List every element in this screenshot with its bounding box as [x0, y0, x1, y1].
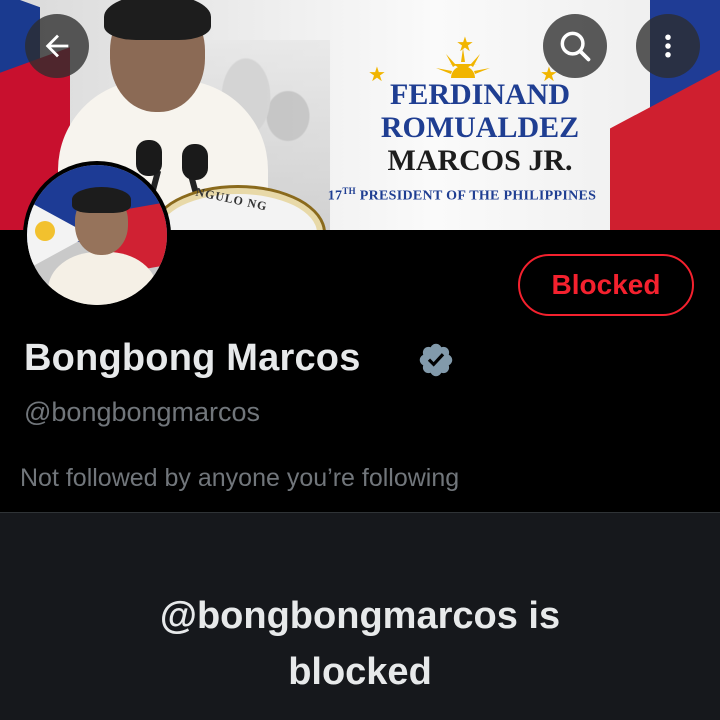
- headline-line-1: FERDINAND: [390, 78, 570, 111]
- blocked-button[interactable]: Blocked: [518, 254, 694, 316]
- more-vertical-icon: [665, 34, 671, 58]
- profile-handle: @bongbongmarcos: [24, 397, 261, 427]
- subhead-number: 17: [327, 188, 343, 204]
- search-icon: [560, 31, 591, 62]
- more-options-button[interactable]: [636, 14, 700, 78]
- avatar-image: [27, 165, 167, 305]
- followed-by-info: Not followed by anyone you’re following: [20, 464, 460, 492]
- search-button[interactable]: [543, 14, 607, 78]
- verified-badge-icon[interactable]: [417, 341, 455, 379]
- subhead-suffix: TH: [342, 186, 356, 196]
- banner-headline: FERDINAND ROMUALDEZ MARCOS JR.: [330, 78, 630, 177]
- profile-avatar[interactable]: [23, 161, 171, 309]
- subhead-text: PRESIDENT OF THE PHILIPPINES: [355, 188, 597, 204]
- back-button[interactable]: [25, 14, 89, 78]
- blocked-notice-line-2: blocked: [288, 651, 432, 693]
- arrow-left-icon: [45, 34, 69, 58]
- star-icon: ★: [456, 34, 474, 56]
- banner-subheadline: 17TH PRESIDENT OF THE PHILIPPINES: [292, 186, 632, 205]
- headline-line-2: ROMUALDEZ: [380, 111, 580, 144]
- profile-display-name: Bongbong Marcos: [24, 337, 361, 379]
- blocked-notice-text: @bongbongmarcos is blocked: [0, 588, 720, 700]
- headline-line-3: MARCOS JR.: [387, 144, 573, 177]
- blocked-notice-line-1: @bongbongmarcos is: [159, 595, 561, 637]
